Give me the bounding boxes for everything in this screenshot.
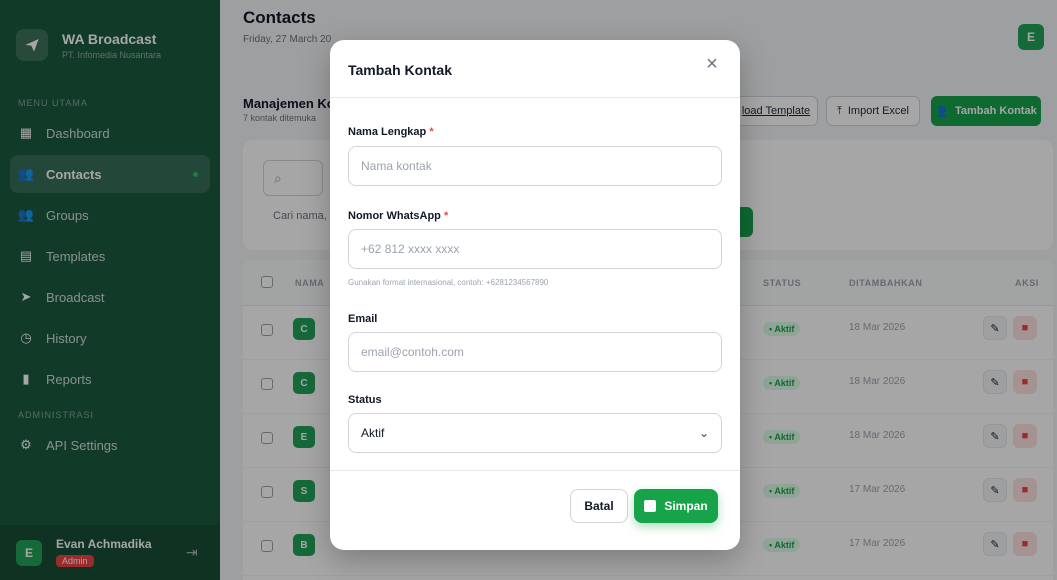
modal-footer: Batal Simpan xyxy=(330,470,740,550)
phone-field[interactable] xyxy=(348,229,722,269)
save-button[interactable]: Simpan xyxy=(634,489,718,523)
email-field-label: Email xyxy=(348,313,378,325)
cancel-button[interactable]: Batal xyxy=(570,489,628,523)
name-field[interactable] xyxy=(348,146,722,186)
modal-title: Tambah Kontak xyxy=(348,62,452,78)
email-field[interactable] xyxy=(348,332,722,372)
chevron-down-icon: ⌄ xyxy=(698,426,709,440)
phone-field-label: Nomor WhatsApp * xyxy=(348,210,448,222)
save-icon xyxy=(644,500,657,512)
status-field-label: Status xyxy=(348,394,382,406)
required-marker: * xyxy=(429,126,434,138)
save-button-label: Simpan xyxy=(664,499,708,513)
modal-header: Tambah Kontak × xyxy=(330,40,740,98)
add-contact-modal: Tambah Kontak × Nama Lengkap * Nomor Wha… xyxy=(330,40,740,550)
phone-label-text: Nomor WhatsApp xyxy=(348,210,441,222)
close-icon[interactable]: × xyxy=(702,54,722,74)
status-select[interactable]: Aktif ⌄ xyxy=(348,413,722,453)
status-select-value: Aktif xyxy=(361,426,385,440)
required-marker: * xyxy=(443,210,449,222)
name-label-text: Nama Lengkap xyxy=(348,126,427,138)
name-field-label: Nama Lengkap * xyxy=(348,126,434,138)
phone-help-text: Gunakan format internasional, contoh: +6… xyxy=(348,278,549,287)
